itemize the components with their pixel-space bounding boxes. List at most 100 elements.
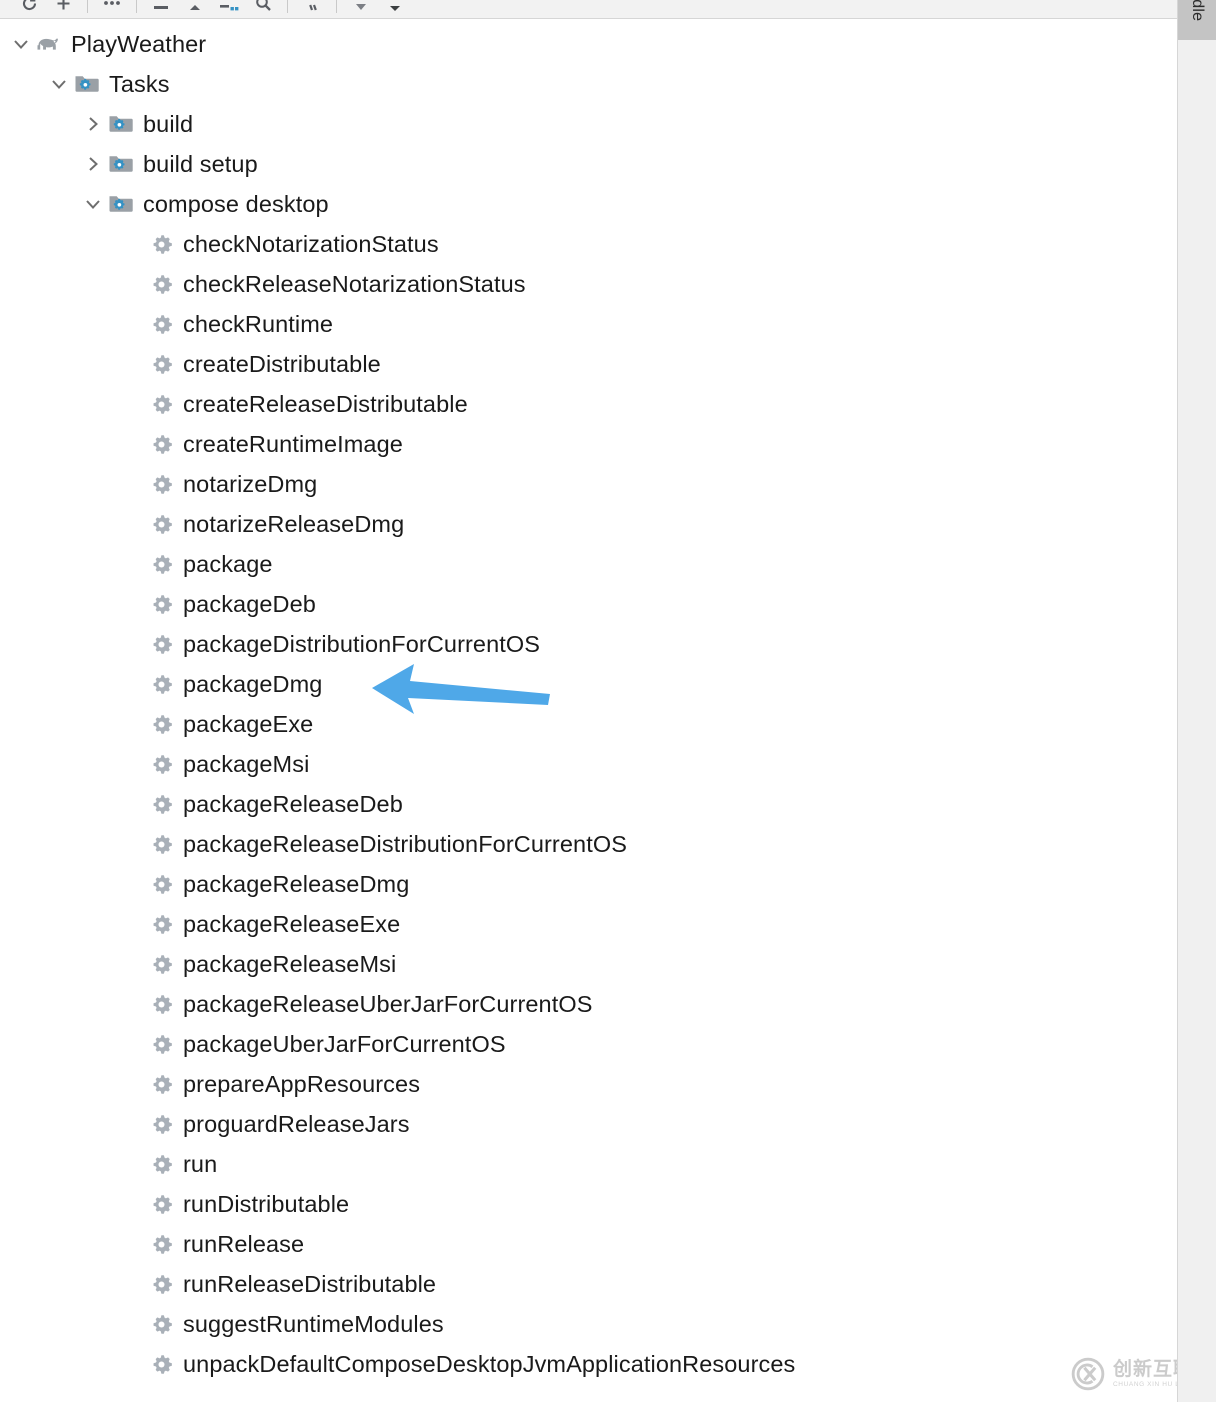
tree-row[interactable]: runReleaseDistributable [0, 1264, 1177, 1304]
tree-row[interactable]: createReleaseDistributable [0, 384, 1177, 424]
tree-row[interactable]: createDistributable [0, 344, 1177, 384]
chevron-right-icon[interactable] [80, 104, 106, 144]
tree-row-label: build [143, 111, 194, 137]
gear-icon [146, 1144, 176, 1184]
tree-row-label: packageReleaseDeb [183, 791, 403, 817]
tree-row[interactable]: packageUberJarForCurrentOS [0, 1024, 1177, 1064]
task-folder-icon [72, 64, 102, 104]
tree-row-label: packageMsi [183, 751, 310, 777]
tree-row[interactable]: checkReleaseNotarizationStatus [0, 264, 1177, 304]
tree-row[interactable]: packageReleaseExe [0, 904, 1177, 944]
tree-row[interactable]: packageReleaseDistributionForCurrentOS [0, 824, 1177, 864]
expand-up-icon[interactable] [178, 0, 212, 18]
gear-icon [146, 744, 176, 784]
gear-icon [146, 224, 176, 264]
tree-row[interactable]: checkRuntime [0, 304, 1177, 344]
gear-icon [146, 264, 176, 304]
cx-circle-logo-icon [1071, 1357, 1105, 1391]
search-icon[interactable] [246, 0, 280, 18]
tree-row[interactable]: build [0, 104, 1177, 144]
tree-row[interactable]: package [0, 544, 1177, 584]
tree-row[interactable]: checkNotarizationStatus [0, 224, 1177, 264]
tree-row-label: packageExe [183, 711, 314, 737]
gradle-toolbar [0, 0, 1177, 19]
tree-row[interactable]: notarizeReleaseDmg [0, 504, 1177, 544]
tree-row[interactable]: run [0, 1144, 1177, 1184]
gear-icon [146, 584, 176, 624]
tree-row-label: PlayWeather [71, 31, 207, 57]
collapse-all-icon[interactable] [144, 0, 178, 18]
gear-icon [146, 1064, 176, 1104]
tree-row-label: checkNotarizationStatus [183, 231, 439, 257]
tree-row-label: createReleaseDistributable [183, 391, 468, 417]
gear-icon [146, 384, 176, 424]
tree-row-label: unpackDefaultComposeDesktopJvmApplicatio… [183, 1351, 796, 1377]
tree-row[interactable]: packageDeb [0, 584, 1177, 624]
gear-icon [146, 304, 176, 344]
tree-row[interactable]: PlayWeather [0, 24, 1177, 64]
task-folder-icon [106, 144, 136, 184]
tree-row[interactable]: suggestRuntimeModules [0, 1304, 1177, 1344]
gear-icon [146, 624, 176, 664]
tree-row-label: createDistributable [183, 351, 381, 377]
tree-row[interactable]: build setup [0, 144, 1177, 184]
tree-row[interactable]: packageDistributionForCurrentOS [0, 624, 1177, 664]
gear-icon [146, 1264, 176, 1304]
tree-row-label: proguardReleaseJars [183, 1111, 410, 1137]
tree-row[interactable]: packageMsi [0, 744, 1177, 784]
gradle-task-tree[interactable]: PlayWeather Tasks build build setup compose … [0, 20, 1177, 1402]
tree-row[interactable]: proguardReleaseJars [0, 1104, 1177, 1144]
group-tasks-icon[interactable] [212, 0, 246, 18]
tree-row[interactable]: prepareAppResources [0, 1064, 1177, 1104]
chevron-right-icon[interactable] [80, 144, 106, 184]
tree-row-label: packageReleaseExe [183, 911, 401, 937]
tree-row[interactable]: packageReleaseMsi [0, 944, 1177, 984]
tree-row-label: prepareAppResources [183, 1071, 421, 1097]
tree-row[interactable]: packageReleaseDeb [0, 784, 1177, 824]
gradle-elephant-icon [34, 24, 64, 64]
tree-row[interactable]: compose desktop [0, 184, 1177, 224]
tree-row-label: packageUberJarForCurrentOS [183, 1031, 506, 1057]
tree-row[interactable]: unpackDefaultComposeDesktopJvmApplicatio… [0, 1344, 1177, 1384]
toggle-offline-icon[interactable] [295, 0, 329, 18]
tree-row[interactable]: runRelease [0, 1224, 1177, 1264]
gradle-tool-window: PlayWeather Tasks build build setup compose … [0, 0, 1216, 1402]
gear-icon [146, 464, 176, 504]
tree-row-label: checkRuntime [183, 311, 334, 337]
gear-icon [146, 904, 176, 944]
tree-row-label: packageReleaseDistributionForCurrentOS [183, 831, 627, 857]
tree-row[interactable]: packageExe [0, 704, 1177, 744]
tree-row[interactable]: createRuntimeImage [0, 424, 1177, 464]
tree-row-label: packageDeb [183, 591, 316, 617]
gear-icon [146, 1104, 176, 1144]
chevron-down-icon[interactable] [378, 0, 412, 18]
chevron-down-icon[interactable] [8, 24, 34, 64]
task-folder-icon [106, 104, 136, 144]
tool-window-tab-gradle[interactable]: Gradle [1178, 0, 1216, 40]
gear-icon [146, 784, 176, 824]
filter-icon[interactable] [344, 0, 378, 18]
tree-row-label: packageDistributionForCurrentOS [183, 631, 541, 657]
gear-icon [146, 424, 176, 464]
tree-row-label: runDistributable [183, 1191, 350, 1217]
tree-row-label: notarizeDmg [183, 471, 318, 497]
tree-row-label: runReleaseDistributable [183, 1271, 437, 1297]
tree-row[interactable]: runDistributable [0, 1184, 1177, 1224]
plus-icon[interactable] [46, 0, 80, 18]
chevron-down-icon[interactable] [46, 64, 72, 104]
tree-row-label: runRelease [183, 1231, 305, 1257]
chevron-down-icon[interactable] [80, 184, 106, 224]
tree-row-label: build setup [143, 151, 258, 177]
tree-row[interactable]: notarizeDmg [0, 464, 1177, 504]
tree-row-label: packageReleaseUberJarForCurrentOS [183, 991, 593, 1017]
gear-icon [146, 1024, 176, 1064]
tree-row[interactable]: Tasks [0, 64, 1177, 104]
tree-row[interactable]: packageDmg [0, 664, 1177, 704]
tree-row[interactable]: packageReleaseUberJarForCurrentOS [0, 984, 1177, 1024]
refresh-icon[interactable] [12, 0, 46, 18]
tree-row[interactable]: packageReleaseDmg [0, 864, 1177, 904]
tree-row-label: packageDmg [183, 671, 323, 697]
tree-row-label: checkReleaseNotarizationStatus [183, 271, 526, 297]
more-icon[interactable] [95, 0, 129, 18]
tree-row-label: suggestRuntimeModules [183, 1311, 444, 1337]
